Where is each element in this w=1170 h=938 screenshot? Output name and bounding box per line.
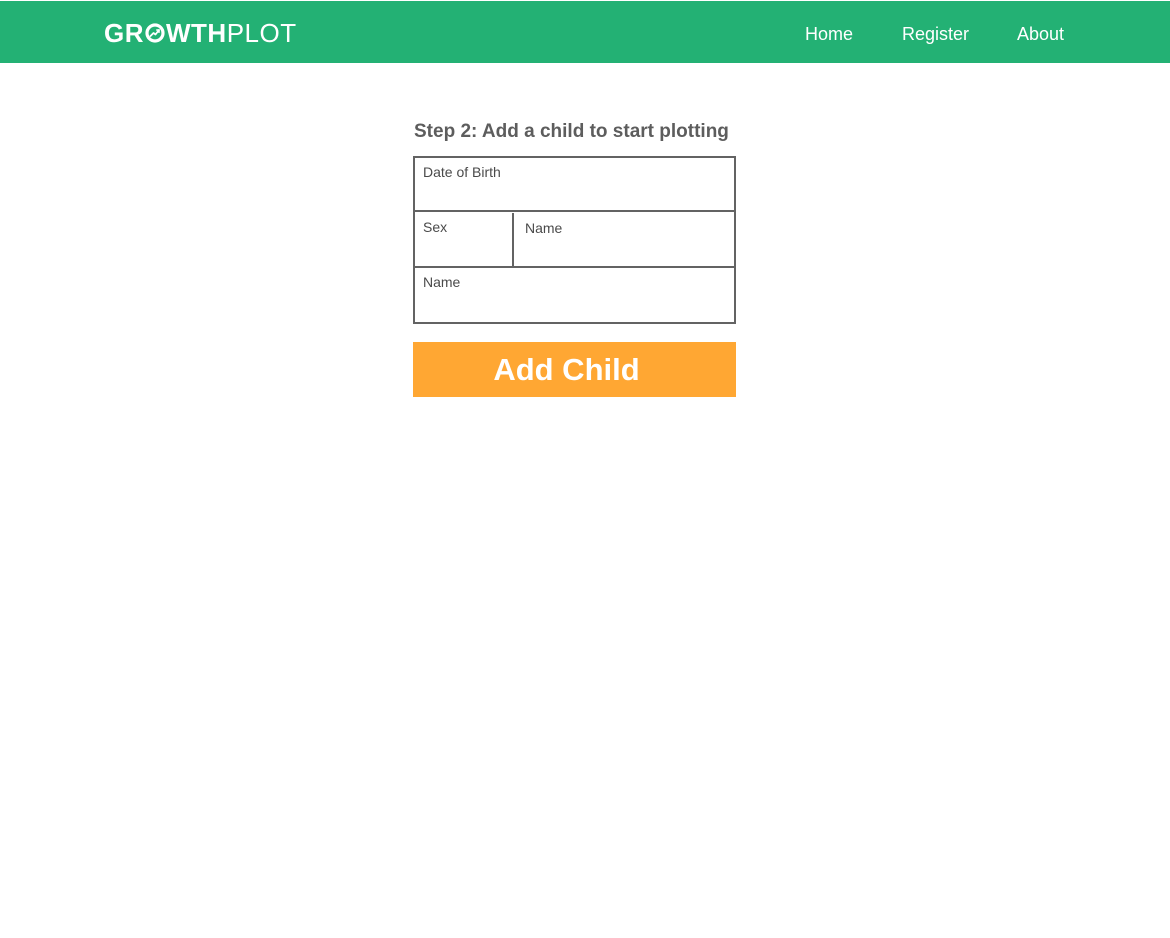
nav-about-link[interactable]: About [1017, 23, 1064, 45]
sex-label: Sex [423, 219, 448, 235]
nav-register-link[interactable]: Register [902, 23, 969, 45]
name-field-2[interactable]: Name [415, 268, 734, 322]
name-label-1: Name [525, 220, 563, 236]
nav-home-link[interactable]: Home [805, 23, 853, 45]
date-of-birth-field[interactable]: Date of Birth [415, 158, 734, 212]
sex-field[interactable]: Sex [415, 213, 514, 268]
header-bar: GR WTH PLOT Home Register About [0, 1, 1170, 63]
logo-text-end: WTH [166, 18, 227, 48]
page-title: Step 2: Add a child to start plotting [414, 121, 729, 142]
logo[interactable]: GR WTH PLOT [104, 17, 297, 49]
name-field-1[interactable]: Name [514, 213, 734, 268]
date-of-birth-label: Date of Birth [423, 164, 501, 180]
logo-text-bold: GR WTH [104, 20, 227, 46]
growth-chart-icon [145, 23, 165, 43]
logo-text-start: GR [104, 18, 144, 48]
add-child-form: Date of Birth Sex Name Name [413, 156, 736, 324]
logo-text-thin: PLOT [226, 18, 297, 48]
add-child-button[interactable]: Add Child [413, 342, 736, 397]
name-label-2: Name [423, 274, 461, 290]
